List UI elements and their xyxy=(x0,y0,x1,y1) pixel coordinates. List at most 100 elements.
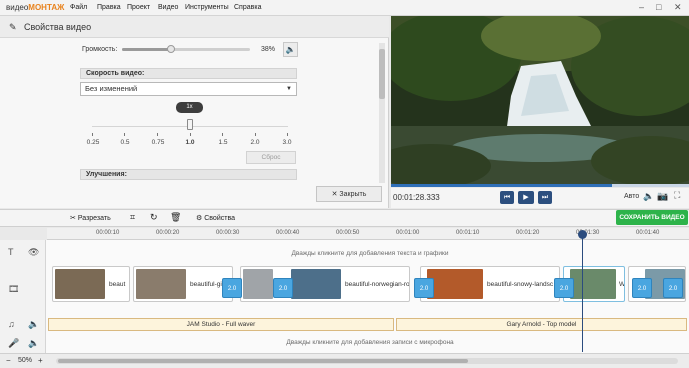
reset-button[interactable]: Сброс xyxy=(246,151,296,164)
zoom-out-icon[interactable]: − xyxy=(6,356,11,365)
minimize-icon[interactable]: – xyxy=(639,2,644,12)
previous-frame-icon[interactable]: ⏮ xyxy=(500,191,514,204)
menu-file[interactable]: Файл xyxy=(70,4,87,11)
transition-block[interactable]: 2.0 xyxy=(632,278,652,298)
video-clip[interactable]: beautiful-gir xyxy=(133,266,233,302)
clip-thumbnail xyxy=(427,269,483,299)
play-icon[interactable]: ▶ xyxy=(518,191,534,204)
clip-thumbnail xyxy=(243,269,273,299)
close-panel-label: Закрыть xyxy=(339,191,367,198)
transition-block[interactable]: 2.0 xyxy=(663,278,683,298)
speed-section-header: Скорость видео: xyxy=(80,68,297,79)
close-panel-button[interactable]: ✕ Закрыть xyxy=(316,186,382,202)
next-frame-icon[interactable]: ⏭ xyxy=(538,191,552,204)
tick-mark xyxy=(157,133,158,136)
close-icon: ✕ xyxy=(331,191,338,198)
maximize-icon[interactable]: □ xyxy=(656,2,661,12)
cut-button[interactable]: ✂ Разрезать xyxy=(70,214,111,222)
mic-track-header: 🎤 🔈 xyxy=(0,334,46,353)
music-track-header: ♫ 🔈 xyxy=(0,316,46,334)
speed-badge: 1x xyxy=(176,102,203,113)
menu-edit[interactable]: Правка xyxy=(97,4,121,11)
text-track-hint[interactable]: Дважды кликните для добавления текста и … xyxy=(200,250,540,257)
speed-tick-label: 2.0 xyxy=(250,139,260,146)
speed-tick-label: 0.25 xyxy=(86,139,100,146)
waterfall-preview-image xyxy=(391,16,689,184)
crop-icon[interactable]: ⌗ xyxy=(130,212,135,223)
ruler-label: 00:00:10 xyxy=(96,230,120,236)
clip-thumbnail xyxy=(136,269,186,299)
menu-tools[interactable]: Инструменты xyxy=(185,4,229,11)
ruler-label: 00:01:20 xyxy=(516,230,540,236)
tick-mark xyxy=(92,133,93,136)
clip-thumbnail xyxy=(55,269,105,299)
quality-label[interactable]: Авто xyxy=(624,193,639,200)
speed-tick-label: 3.0 xyxy=(282,139,292,146)
player-progress-fill xyxy=(391,184,612,187)
music-note-icon: ♫ xyxy=(8,319,15,329)
timeline-ruler[interactable]: 00:00:10 00:00:20 00:00:30 00:00:40 00:0… xyxy=(47,228,689,240)
app-logo: видеоМОНТАЖ xyxy=(6,3,65,12)
improve-section-header: Улучшения: xyxy=(80,169,297,180)
timeline-scrollbar-thumb[interactable] xyxy=(58,359,468,363)
playhead-handle[interactable] xyxy=(578,230,587,239)
scissors-icon: ✂ xyxy=(70,215,76,222)
save-video-button[interactable]: СОХРАНИТЬ ВИДЕО xyxy=(616,210,688,225)
audio-clip[interactable]: JAM Studio - Full waver xyxy=(48,318,394,331)
rotate-icon[interactable]: ↻ xyxy=(150,212,158,223)
tick-mark xyxy=(124,133,125,136)
clip-thumbnail xyxy=(570,269,616,299)
speed-select[interactable]: Без изменений ▼ xyxy=(80,82,297,96)
video-clip[interactable]: beautiful-norwegian-rock xyxy=(240,266,410,302)
transition-block[interactable]: 2.0 xyxy=(273,278,293,298)
properties-button[interactable]: ⚙ Свойства xyxy=(196,214,235,222)
clip-title: Wi xyxy=(619,281,625,288)
fullscreen-icon[interactable]: ⛶ xyxy=(674,190,680,201)
tick-mark xyxy=(222,133,223,136)
speaker-icon[interactable]: 🔈 xyxy=(283,42,298,57)
clip-thumbnail xyxy=(291,269,341,299)
speed-tick-label: 0.5 xyxy=(120,139,130,146)
camera-icon[interactable]: 📷 xyxy=(657,191,668,202)
eye-icon[interactable]: 👁 xyxy=(28,247,39,258)
panel-scrollbar-thumb[interactable] xyxy=(379,49,385,99)
player-progress[interactable] xyxy=(391,184,689,187)
ruler-label: 00:01:00 xyxy=(396,230,420,236)
gear-icon: ⚙ xyxy=(196,215,203,222)
zoom-in-icon[interactable]: + xyxy=(38,356,43,365)
volume-slider-handle[interactable] xyxy=(166,45,175,53)
transition-block[interactable]: 2.0 xyxy=(222,278,242,298)
playhead[interactable] xyxy=(582,231,583,352)
timeline-scrollbar[interactable] xyxy=(56,358,678,364)
panel-scrollbar[interactable] xyxy=(379,43,385,183)
audio-clip[interactable]: Gary Arnold - Top model xyxy=(396,318,687,331)
menu-video[interactable]: Видео xyxy=(158,4,178,11)
speaker-icon[interactable]: 🔈 xyxy=(28,338,39,349)
close-window-icon[interactable]: ✕ xyxy=(674,2,682,13)
transition-block[interactable]: 2.0 xyxy=(554,278,574,298)
mic-track-hint[interactable]: Дважды кликните для добавления записи с … xyxy=(200,339,540,346)
volume-icon[interactable]: 🔈 xyxy=(643,191,654,202)
menu-help[interactable]: Справка xyxy=(234,4,261,11)
player-time: 00:01:28.333 xyxy=(393,193,440,202)
video-clip[interactable]: beautiful-snowy-landsc xyxy=(420,266,560,302)
speaker-icon[interactable]: 🔈 xyxy=(28,319,39,330)
speed-slider-handle[interactable] xyxy=(187,119,193,130)
video-preview[interactable] xyxy=(391,16,689,184)
trash-icon[interactable]: 🗑 xyxy=(170,212,181,223)
volume-slider[interactable] xyxy=(122,45,250,53)
zoom-value: 50% xyxy=(18,357,33,364)
properties-panel: ✎ Свойства видео Громкость: 38% 🔈 Скорос… xyxy=(0,16,389,208)
menu-project[interactable]: Проект xyxy=(127,4,150,11)
player-controls: 00:01:28.333 ⏮ ▶ ⏭ Авто 🔈 📷 ⛶ xyxy=(391,188,689,208)
video-clip[interactable]: beaut xyxy=(52,266,130,302)
transition-block[interactable]: 2.0 xyxy=(414,278,434,298)
speed-tick-label: 0.75 xyxy=(151,139,165,146)
volume-value: 38% xyxy=(261,46,276,53)
properties-label: Свойства xyxy=(204,215,235,222)
tick-mark xyxy=(255,133,256,136)
zoom-bar: − 50% + xyxy=(0,353,689,368)
video-track-header: 🎞 xyxy=(0,266,46,316)
volume-slider-fill xyxy=(122,48,171,51)
ruler-label: 00:01:10 xyxy=(456,230,480,236)
